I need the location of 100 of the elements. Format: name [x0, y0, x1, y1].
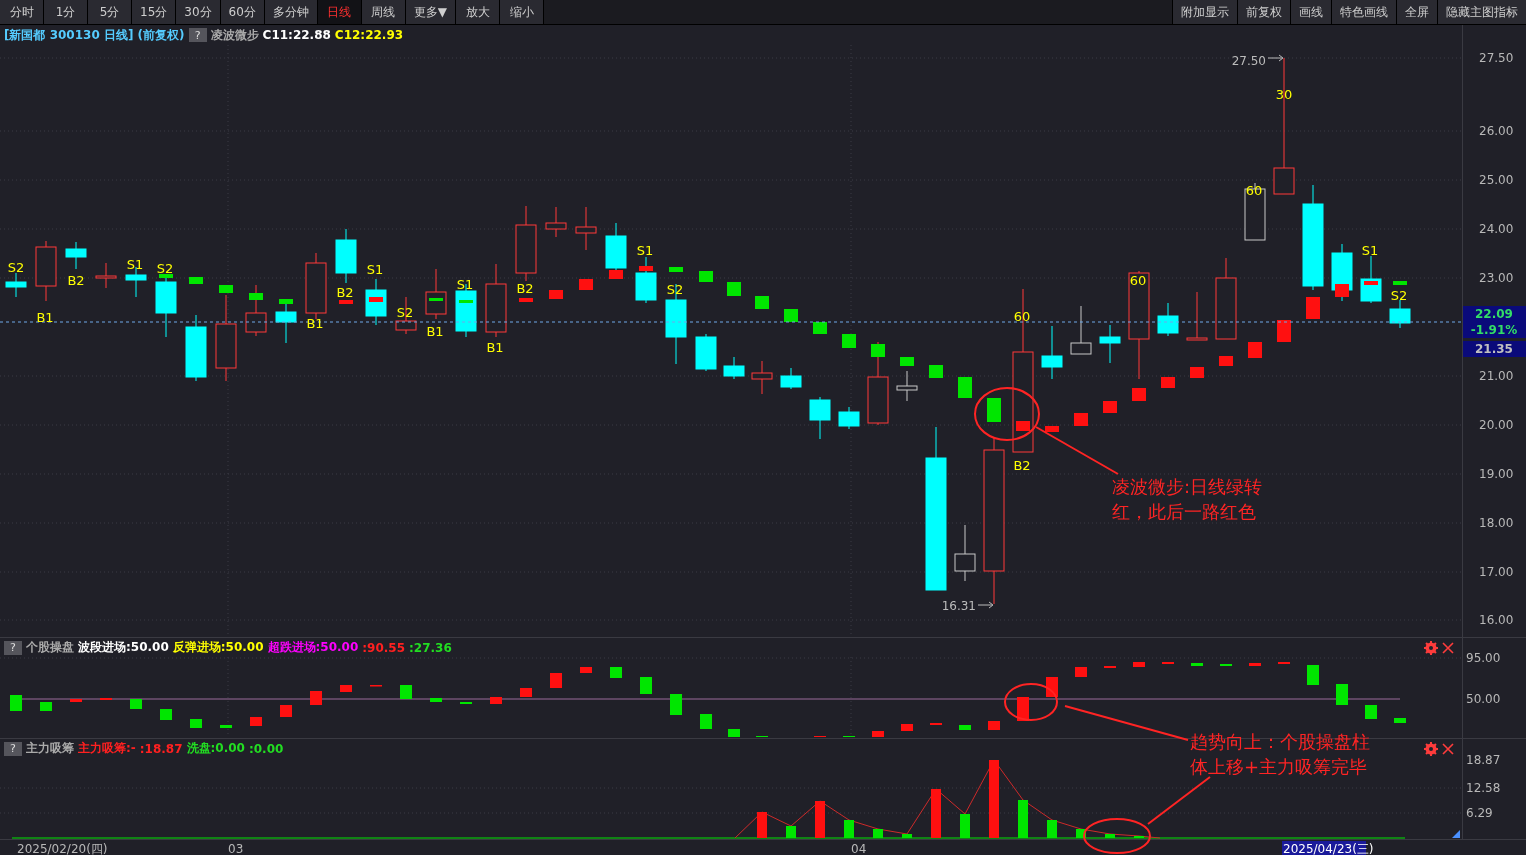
- trend-marker: [1219, 356, 1233, 366]
- toolbar-button[interactable]: 全屏: [1396, 0, 1437, 24]
- axis-label: 18.87: [1466, 753, 1501, 767]
- candlestick: [1070, 305, 1092, 355]
- candlestick: [395, 296, 417, 335]
- period-tab[interactable]: 缩小: [500, 0, 545, 24]
- axis-label: 26.00: [1479, 124, 1514, 138]
- candlestick: [1041, 325, 1063, 380]
- indicator-bar: [786, 826, 796, 838]
- trend-marker: [871, 344, 885, 357]
- indicator-name: 个股操盘: [26, 639, 74, 656]
- period-tab[interactable]: 周线: [361, 0, 406, 24]
- price-tag: -1.91%: [1463, 322, 1526, 338]
- period-tab[interactable]: 15分: [132, 0, 177, 24]
- signal-label: 60: [1013, 309, 1031, 324]
- candlestick: [1099, 324, 1121, 364]
- period-tab[interactable]: 更多▼: [405, 0, 457, 24]
- period-tab[interactable]: 30分: [176, 0, 221, 24]
- axis-label: 50.00: [1466, 692, 1501, 706]
- trend-marker: [189, 277, 203, 284]
- settings-icon[interactable]: [1424, 640, 1438, 655]
- indicator-bar: [930, 723, 942, 725]
- date-label: 03: [228, 842, 244, 855]
- period-tab[interactable]: 1分: [44, 0, 88, 24]
- indicator-bar: [988, 721, 1000, 730]
- legend-value: 洗盘:0.00: [186, 740, 245, 757]
- period-tab[interactable]: 分时: [0, 0, 44, 24]
- period-tab[interactable]: 60分: [220, 0, 265, 24]
- legend-value: :0.00: [248, 741, 284, 756]
- candlestick: [954, 524, 976, 582]
- indicator-bar: [1076, 829, 1086, 838]
- indicator-bar: [1162, 662, 1174, 664]
- indicator-bar: [1278, 662, 1290, 664]
- signal-label: S1: [1361, 243, 1379, 258]
- settings-icon[interactable]: [1424, 741, 1438, 756]
- toolbar-button[interactable]: 前复权: [1237, 0, 1290, 24]
- help-button[interactable]: ?: [4, 640, 22, 655]
- toolbar-button[interactable]: 附加显示: [1172, 0, 1237, 24]
- trend-marker: [1364, 281, 1378, 285]
- signal-label: B1: [426, 324, 444, 339]
- indicator-bar: [640, 677, 652, 694]
- period-tab[interactable]: 5分: [88, 0, 132, 24]
- indicator-bar: [1075, 667, 1087, 677]
- signal-label: S2: [396, 305, 414, 320]
- trend-marker: [549, 290, 563, 299]
- axis-label: 19.00: [1479, 467, 1514, 481]
- indicator-bar: [1394, 718, 1406, 723]
- legend-value: :27.36: [409, 640, 452, 655]
- close-icon[interactable]: [1442, 742, 1454, 755]
- period-tab[interactable]: 放大: [456, 0, 501, 24]
- candlestick: [1331, 243, 1353, 302]
- indicator-bar: [160, 709, 172, 720]
- leader-line: [1147, 776, 1211, 825]
- signal-label: S1: [456, 277, 474, 292]
- help-button[interactable]: ?: [188, 28, 207, 42]
- trend-marker: [1306, 297, 1320, 319]
- toolbar-button[interactable]: 隐藏主图指标: [1437, 0, 1526, 24]
- indicator-bar: [700, 714, 712, 729]
- candlestick: [635, 256, 657, 304]
- trend-marker: [1045, 426, 1059, 432]
- axis-label: 20.00: [1479, 418, 1514, 432]
- trend-marker: [519, 298, 533, 302]
- indicator-bar: [1191, 663, 1203, 666]
- signal-label: B2: [1013, 458, 1031, 473]
- period-tab[interactable]: 多分钟: [264, 0, 318, 24]
- corner-triangle-icon[interactable]: [1452, 830, 1460, 838]
- indicator-bar: [70, 699, 82, 702]
- candlestick: [95, 262, 117, 289]
- trend-marker: [249, 293, 263, 300]
- trend-marker: [1248, 342, 1262, 358]
- indicator-bar: [1307, 665, 1319, 685]
- trend-marker: [669, 267, 683, 272]
- trend-marker: [1393, 281, 1407, 285]
- indicator-bar: [460, 702, 472, 704]
- trend-marker: [842, 334, 856, 348]
- indicator-bar: [580, 667, 592, 673]
- toolbar-button[interactable]: 画线: [1290, 0, 1331, 24]
- candlestick: [1186, 291, 1208, 341]
- indicator-bar: [190, 719, 202, 728]
- chart-title: [新国都 300130 日线] (前复权): [4, 26, 185, 44]
- axis-label: 21.00: [1479, 369, 1514, 383]
- trend-marker: [459, 300, 473, 303]
- toolbar-button[interactable]: 特色画线: [1331, 0, 1396, 24]
- candlestick: [65, 241, 87, 270]
- period-tab[interactable]: 日线: [317, 0, 362, 24]
- trend-marker: [1074, 413, 1088, 426]
- indicator-bar: [843, 736, 855, 737]
- signal-label: S2: [7, 260, 25, 275]
- signal-label: B1: [486, 340, 504, 355]
- axis-label: 95.00: [1466, 651, 1501, 665]
- help-button[interactable]: ?: [4, 741, 22, 756]
- trend-marker: [339, 300, 353, 304]
- annotation-text: 凌波微步:日线绿转 红，此后一路红色: [1112, 475, 1263, 524]
- indicator-name: 主力吸筹: [26, 740, 74, 757]
- candlestick: [1389, 299, 1411, 329]
- indicator-bar: [1220, 664, 1232, 666]
- close-icon[interactable]: [1442, 641, 1454, 654]
- indicator-bar: [844, 820, 854, 838]
- axis-label: 25.00: [1479, 173, 1514, 187]
- indicator-bar: [872, 731, 884, 737]
